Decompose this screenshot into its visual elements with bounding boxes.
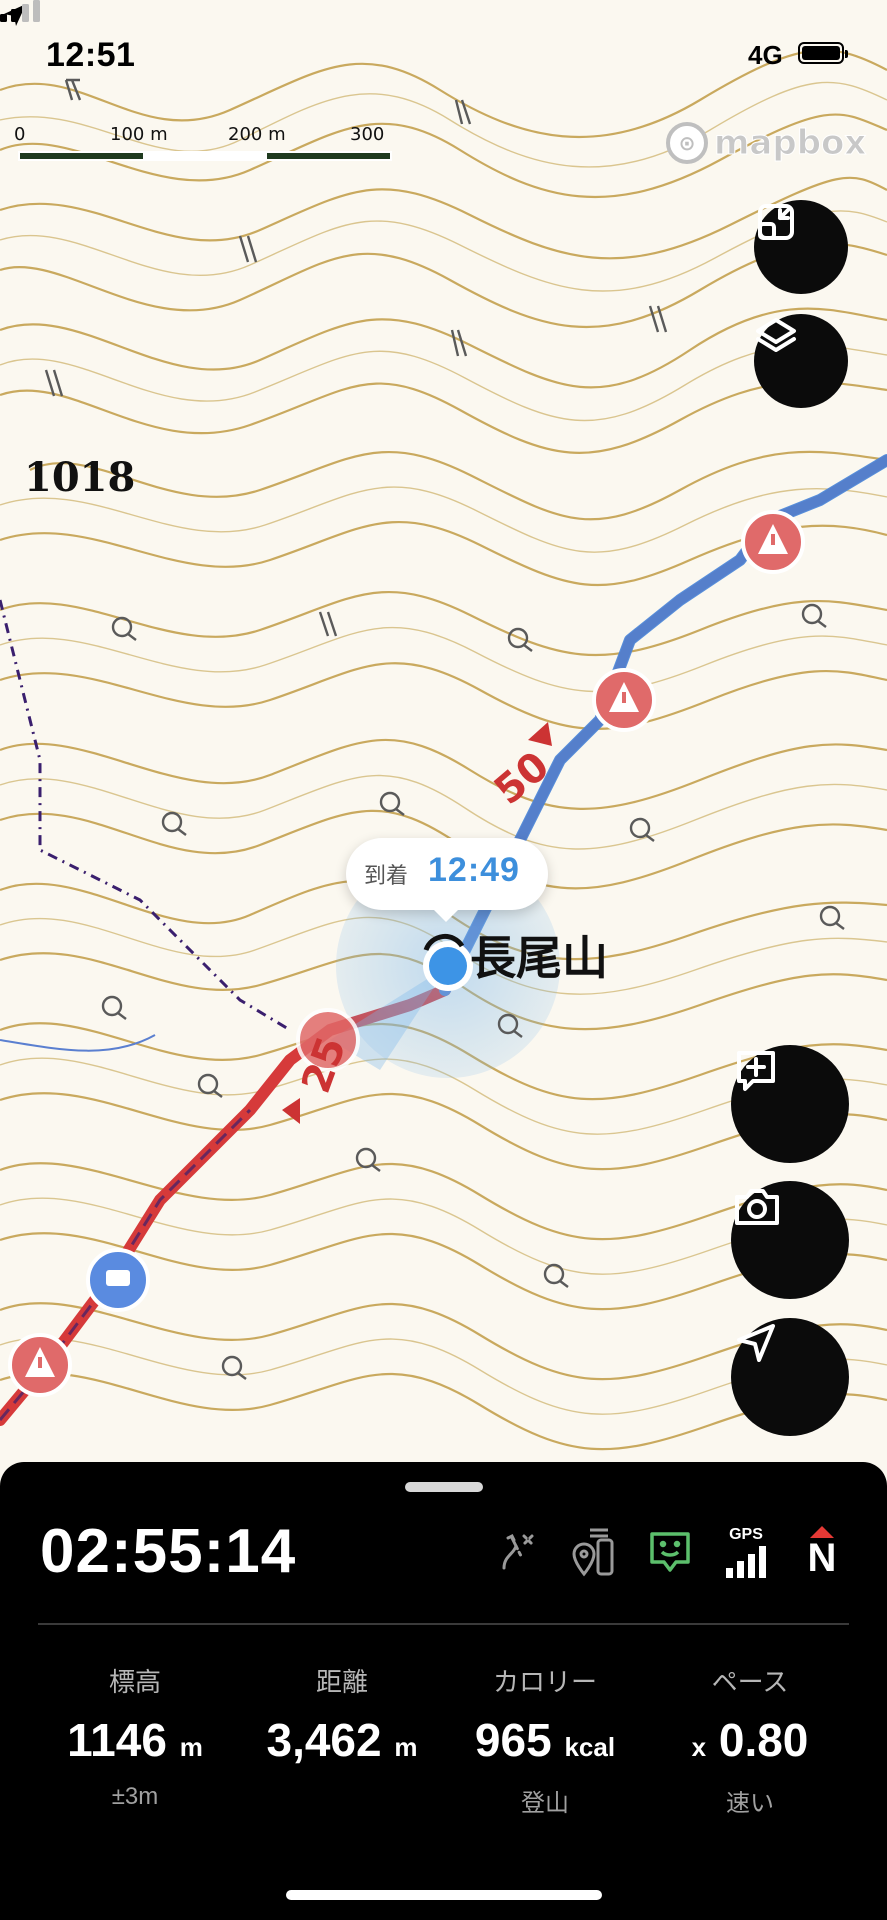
stat-elevation-value: 1146 m bbox=[67, 1714, 203, 1766]
stat-elevation-accuracy: ±3m bbox=[111, 1783, 159, 1810]
fullscreen-button[interactable] bbox=[754, 200, 848, 294]
stat-distance-sub bbox=[242, 1783, 442, 1811]
battery-icon bbox=[798, 42, 848, 64]
arrival-label: 到着 bbox=[364, 863, 409, 888]
share-face-icon[interactable] bbox=[642, 1524, 698, 1580]
mapbox-attribution[interactable]: ⊙ mapbox bbox=[666, 122, 867, 164]
locate-button[interactable] bbox=[731, 1318, 849, 1436]
status-bar: 12:51 4G bbox=[0, 0, 887, 110]
layers-button[interactable] bbox=[754, 314, 848, 408]
stat-elevation: 標高 1146 m ±3m bbox=[35, 1662, 235, 1811]
expand-icon bbox=[758, 204, 794, 240]
panel-divider bbox=[38, 1623, 849, 1625]
current-location-dot bbox=[429, 947, 467, 985]
scale-bar bbox=[18, 151, 392, 161]
stat-pace: ペース x 0.80 速い bbox=[650, 1662, 850, 1818]
stat-elevation-label: 標高 bbox=[108, 1667, 161, 1697]
home-indicator[interactable] bbox=[286, 1890, 602, 1900]
status-icons-row: GPS N bbox=[490, 1524, 860, 1584]
compass-north-label: N bbox=[807, 1536, 837, 1580]
marker-50: 50 bbox=[486, 743, 558, 814]
scale-label-200: 200 m bbox=[228, 124, 286, 145]
stat-calories-activity: 登山 bbox=[521, 1790, 569, 1817]
gps-bars-icon bbox=[726, 1546, 766, 1578]
gps-label: GPS bbox=[729, 1526, 763, 1543]
drag-handle[interactable] bbox=[405, 1482, 483, 1492]
mapbox-logo-icon: ⊙ bbox=[666, 122, 708, 164]
elevation-label: 1018 bbox=[24, 454, 136, 501]
stat-distance: 距離 3,462 m bbox=[242, 1662, 442, 1811]
topographic-map[interactable]: 50 25 1018 長尾山 到着 12:49 0 100 m 200 m 30… bbox=[0, 0, 887, 1460]
mapbox-wordmark: mapbox bbox=[713, 123, 867, 164]
stat-calories-value: 965 kcal bbox=[474, 1714, 616, 1766]
navigation-icon bbox=[737, 1324, 775, 1362]
map-scale: 0 100 m 200 m 300 m bbox=[14, 124, 392, 166]
terrain-symbols bbox=[44, 78, 845, 1380]
gps-signal-indicator: GPS bbox=[718, 1524, 774, 1580]
activity-panel[interactable]: 02:55:14 GPS N 標高 1146 m ±3m 距離 3,462 m … bbox=[0, 1462, 887, 1920]
status-time: 12:51 bbox=[46, 36, 136, 74]
camera-icon bbox=[735, 1189, 779, 1225]
stat-calories: カロリー 965 kcal 登山 bbox=[445, 1662, 645, 1818]
pins-icon[interactable] bbox=[566, 1524, 622, 1580]
elapsed-time: 02:55:14 bbox=[40, 1517, 297, 1586]
stat-pace-label: ペース bbox=[711, 1667, 789, 1697]
scale-label-100: 100 m bbox=[110, 124, 168, 145]
route-off-icon[interactable] bbox=[490, 1524, 546, 1580]
arrival-bubble[interactable]: 到着 12:49 bbox=[346, 838, 548, 922]
network-type: 4G bbox=[748, 40, 783, 70]
stat-calories-label: カロリー bbox=[492, 1667, 597, 1697]
stat-pace-rating: 速い bbox=[726, 1790, 774, 1817]
stat-pace-value: x 0.80 bbox=[691, 1714, 809, 1766]
compass-indicator[interactable]: N bbox=[794, 1524, 850, 1580]
stat-distance-value: 3,462 m bbox=[266, 1714, 418, 1766]
cellular-signal-icon bbox=[0, 0, 40, 22]
arrival-time: 12:49 bbox=[428, 851, 520, 889]
add-note-icon bbox=[737, 1051, 775, 1091]
layers-icon bbox=[756, 318, 796, 352]
summit-name-label: 長尾山 bbox=[470, 932, 608, 984]
add-note-button[interactable] bbox=[731, 1045, 849, 1163]
stat-distance-label: 距離 bbox=[315, 1667, 368, 1697]
scale-label-0: 0 bbox=[14, 124, 26, 145]
camera-button[interactable] bbox=[731, 1181, 849, 1299]
